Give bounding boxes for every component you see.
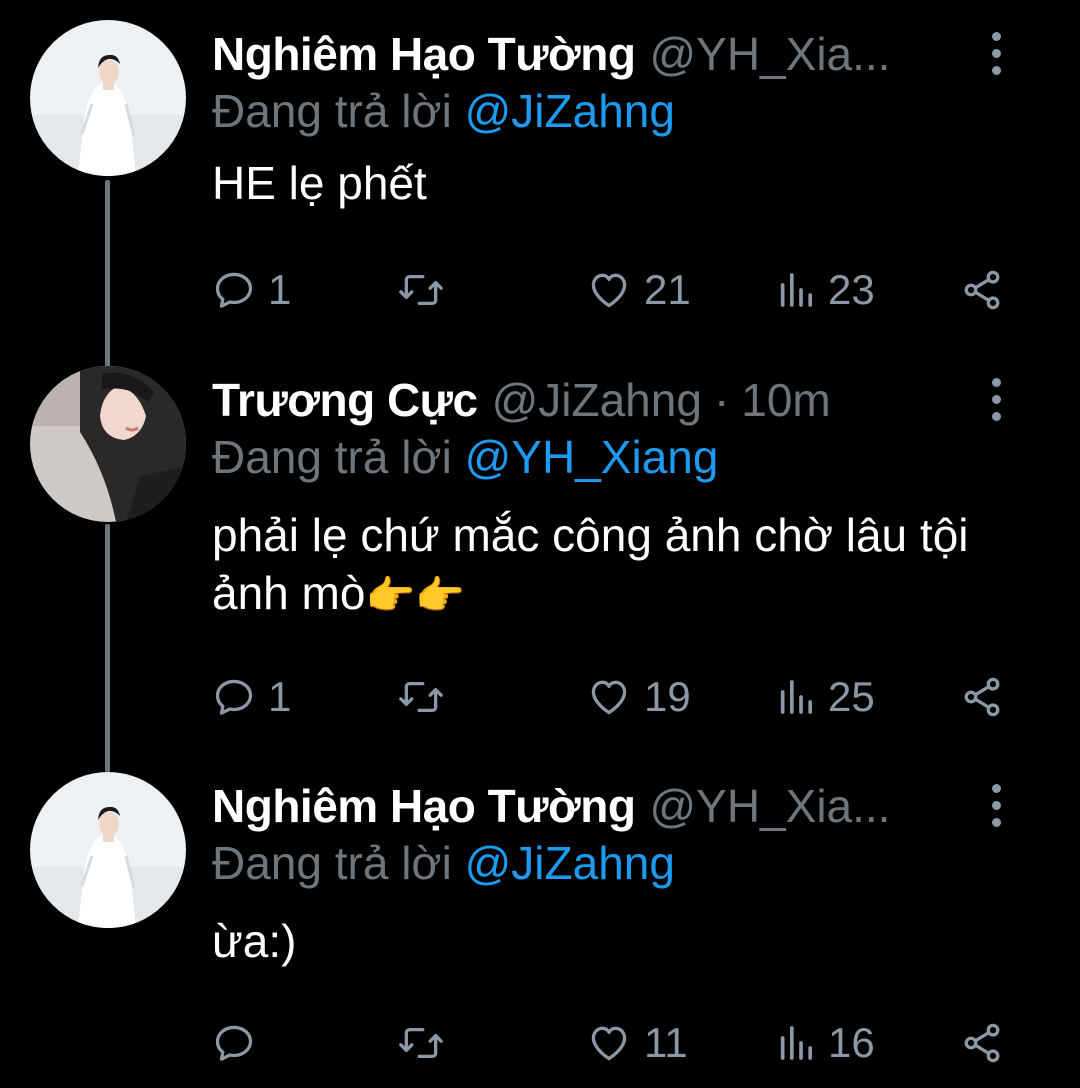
views-count: 23 xyxy=(828,266,875,313)
views-count: 25 xyxy=(828,673,875,720)
more-options-icon[interactable] xyxy=(990,378,1002,421)
thread-connector-line xyxy=(105,180,110,368)
like-count: 19 xyxy=(644,673,691,720)
user-handle[interactable]: @YH_Xia... xyxy=(649,26,890,82)
reply-icon xyxy=(215,272,253,308)
heart-icon xyxy=(591,1026,627,1061)
reply-icon xyxy=(215,679,253,715)
tweet-actions: 1 19 25 xyxy=(212,672,1012,722)
share-button[interactable] xyxy=(960,265,1004,315)
mention-link[interactable]: @JiZahng xyxy=(465,837,675,889)
user-handle[interactable]: @JiZahng xyxy=(492,372,702,428)
mention-link[interactable]: @YH_Xiang xyxy=(465,431,719,483)
replying-to: Đang trả lời @JiZahng xyxy=(212,82,1050,140)
tweet-actions: 1 21 23 xyxy=(212,265,1012,315)
display-name[interactable]: Nghiêm Hạo Tường xyxy=(212,778,636,834)
replying-to-label: Đang trả lời xyxy=(212,431,452,483)
views-button[interactable]: 16 xyxy=(776,1018,875,1068)
like-button[interactable]: 21 xyxy=(586,265,691,315)
heart-icon xyxy=(591,273,627,308)
views-count: 16 xyxy=(828,1019,875,1066)
user-handle[interactable]: @YH_Xia... xyxy=(649,778,890,834)
like-count: 11 xyxy=(644,1019,688,1066)
like-button[interactable]: 19 xyxy=(586,672,691,722)
share-button[interactable] xyxy=(960,1018,1004,1068)
share-icon xyxy=(964,270,1000,310)
reply-button[interactable]: 1 xyxy=(212,265,291,315)
tweet-text-content: phải lẹ chứ mắc công ảnh chờ lâu tội ảnh… xyxy=(212,509,969,619)
like-button[interactable]: 11 xyxy=(586,1018,688,1068)
timestamp[interactable]: 10m xyxy=(741,372,830,428)
bar-chart-icon xyxy=(780,273,812,307)
mention-link[interactable]: @JiZahng xyxy=(465,85,675,137)
tweet-header: Trương Cực @JiZahng · 10m xyxy=(212,372,1050,428)
replying-to-label: Đang trả lời xyxy=(212,837,452,889)
more-options-icon[interactable] xyxy=(990,32,1002,75)
tweet-text: phải lẹ chứ mắc công ảnh chờ lâu tội ảnh… xyxy=(212,506,1032,625)
avatar[interactable] xyxy=(30,20,186,176)
share-icon xyxy=(964,677,1000,717)
display-name[interactable]: Trương Cực xyxy=(212,372,478,428)
tweet-text: HE lẹ phết xyxy=(212,154,1050,212)
retweet-button[interactable] xyxy=(397,672,457,722)
retweet-icon xyxy=(399,1027,443,1059)
pointing-right-emoji-icon: 👉👉 xyxy=(365,574,466,618)
tweet-text: ừa:) xyxy=(212,912,1050,970)
retweet-button[interactable] xyxy=(397,1018,457,1068)
reply-count: 1 xyxy=(268,266,292,313)
display-name[interactable]: Nghiêm Hạo Tường xyxy=(212,26,636,82)
tweet-header: Nghiêm Hạo Tường @YH_Xia... xyxy=(212,778,1050,834)
avatar[interactable] xyxy=(30,366,186,522)
reply-button[interactable] xyxy=(212,1018,268,1068)
replying-to: Đang trả lời @JiZahng xyxy=(212,834,1050,892)
avatar[interactable] xyxy=(30,772,186,928)
heart-icon xyxy=(591,680,627,715)
separator-dot: · xyxy=(713,374,730,426)
bar-chart-icon xyxy=(780,680,812,714)
views-button[interactable]: 23 xyxy=(776,265,875,315)
replying-to: Đang trả lời @YH_Xiang xyxy=(212,428,1050,486)
share-button[interactable] xyxy=(960,672,1004,722)
tweet-text-content: ừa:) xyxy=(212,915,297,967)
retweet-icon xyxy=(399,681,443,713)
like-count: 21 xyxy=(644,266,691,313)
tweet-header: Nghiêm Hạo Tường @YH_Xia... xyxy=(212,26,1050,82)
retweet-icon xyxy=(399,274,443,306)
share-icon xyxy=(964,1023,1000,1063)
reply-button[interactable]: 1 xyxy=(212,672,291,722)
bar-chart-icon xyxy=(780,1026,812,1060)
reply-icon xyxy=(215,1025,253,1061)
tweet-text-content: HE lẹ phết xyxy=(212,157,427,209)
tweet-actions: 11 16 xyxy=(212,1018,1012,1068)
retweet-button[interactable] xyxy=(397,265,457,315)
thread-connector-line xyxy=(105,524,110,772)
views-button[interactable]: 25 xyxy=(776,672,875,722)
reply-count: 1 xyxy=(268,673,292,720)
replying-to-label: Đang trả lời xyxy=(212,85,452,137)
more-options-icon[interactable] xyxy=(990,784,1002,827)
